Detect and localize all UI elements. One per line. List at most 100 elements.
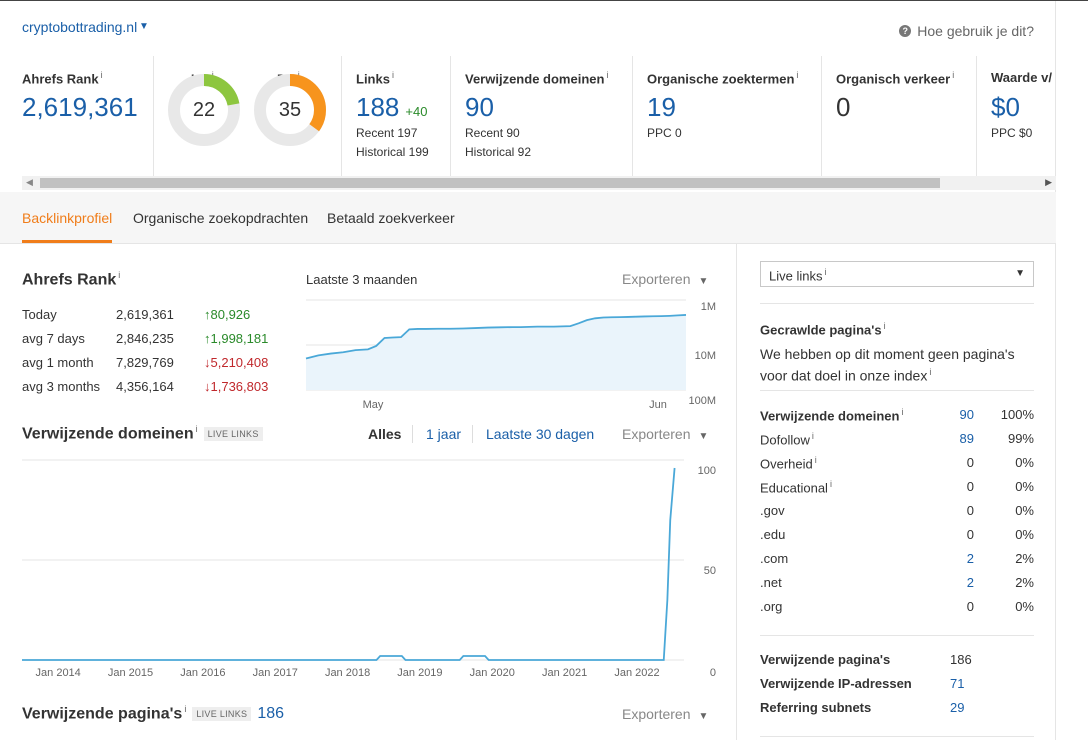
stats-label-text: Educational [760,480,828,496]
export-label: Exporteren [622,426,691,442]
info-icon[interactable]: i [884,321,886,331]
totals-value[interactable]: 71 [950,676,964,691]
rank-value: 4,356,164 [116,379,174,394]
stats-percent: 0% [1015,527,1034,542]
info-icon[interactable]: i [184,704,186,714]
domain-link[interactable]: cryptobottrading.nl [22,19,137,35]
rank-chart: 1M 10M 100M May Jun [305,299,716,411]
rank-change-value: 80,926 [210,307,251,322]
tab-organic-searches[interactable]: Organische zoekopdrachten [133,210,308,226]
divider [760,635,1034,636]
stats-label: .gov [760,503,785,518]
ref-pages-count[interactable]: 186 [257,705,284,722]
rank-area [306,314,686,390]
stats-value: 0 [966,599,974,614]
chevron-down-icon[interactable]: ▼ [139,21,149,32]
info-icon[interactable]: i [196,424,198,434]
stats-label-text: .edu [760,527,786,542]
metric-traffic-value: Waarde v/ $0 PPC $0 [977,56,1056,176]
metric-value[interactable]: 19 [647,92,676,123]
stats-row: Dofollow i 89 99% [760,431,1034,449]
stats-value: 0 [966,455,974,470]
filter-last-30-days[interactable]: Laatste 30 dagen [486,426,594,442]
totals-label: Verwijzende pagina's [760,652,891,667]
metric-ppc: PPC 0 [647,126,682,140]
info-icon[interactable]: i [830,479,832,489]
filter-1-year[interactable]: 1 jaar [426,426,461,442]
stats-row: .edu 0 0% [760,527,1034,545]
info-icon[interactable]: i [118,270,120,280]
totals-value: 186 [950,652,972,667]
info-icon[interactable]: i [606,70,608,80]
metric-delta: +40 [405,104,428,119]
info-icon[interactable]: i [812,431,814,441]
totals-value[interactable]: 29 [950,700,964,715]
info-icon[interactable]: i [101,70,103,80]
metric-organic-traffic: Organisch verkeer i 0 [822,56,977,176]
live-links-badge: LIVE LINKS [192,707,252,722]
metric-value[interactable]: 188 [356,92,399,122]
info-icon[interactable]: i [901,407,903,417]
ref-domains-chart: 0 50 100 Jan 2014 Jan 2015 Jan 2016 Jan 2017 Ja… [22,459,716,679]
tab-bar: Backlinkprofiel Organische zoekopdrachte… [0,192,1056,244]
y-tick-label: 10M [695,350,716,362]
export-button[interactable]: Exporteren ▼ [622,426,708,442]
header: cryptobottrading.nl ▼ ? Hoe gebruik je d… [0,0,1056,56]
metric-value[interactable]: 90 [465,92,494,123]
export-button[interactable]: Exporteren ▼ [622,706,708,722]
live-links-badge: LIVE LINKS [203,427,263,442]
stats-value[interactable]: 2 [967,551,974,566]
tab-backlinkprofiel[interactable]: Backlinkprofiel [22,210,112,226]
stats-value[interactable]: 90 [960,407,974,422]
metric-organic-keywords: Organische zoektermen i 19 PPC 0 [633,56,822,176]
export-label: Exporteren [622,706,691,722]
dr-donut: 35 [252,72,328,148]
stats-label-text: .com [760,551,789,566]
metric-recent: Recent 197 [356,126,418,140]
stats-row: .org 0 0% [760,599,1034,617]
stats-row: Overheid i 0 0% [760,455,1034,473]
metric-value: $0 [991,92,1020,122]
stats-percent: 0% [1015,479,1034,494]
metric-ppc: PPC $0 [991,126,1033,140]
divider [760,303,1034,304]
info-icon[interactable]: i [952,70,954,80]
info-icon[interactable]: i [929,367,931,377]
stats-percent: 0% [1015,455,1034,470]
scroll-right-arrow-icon[interactable]: ▶ [1045,177,1052,188]
filter-all[interactable]: Alles [368,426,401,442]
stats-value[interactable]: 89 [960,431,974,446]
tab-paid-traffic[interactable]: Betaald zoekverkeer [327,210,455,226]
question-icon: ? [899,25,912,37]
x-tick-label: Jan 2014 [36,667,81,679]
x-tick-label: Jan 2019 [397,667,442,679]
divider [760,736,1034,737]
metrics-scrollbar[interactable]: ◀ ▶ [22,176,1056,190]
stats-label: Educational i [760,479,832,495]
x-tick-label: Jan 2015 [108,667,153,679]
page: cryptobottrading.nl ▼ ? Hoe gebruik je d… [0,0,1056,740]
stats-label: .edu [760,527,785,542]
scrollbar-thumb[interactable] [40,178,940,188]
info-icon[interactable]: i [392,70,394,80]
totals-row: Verwijzende IP-adressen 71 [760,676,1034,694]
stats-value: 0 [966,479,974,494]
rank-change-value: 5,210,408 [210,355,269,370]
help-link[interactable]: ? Hoe gebruik je dit? [899,23,1034,39]
help-text: Hoe gebruik je dit? [917,23,1034,39]
stats-value[interactable]: 2 [967,575,974,590]
scroll-left-arrow-icon[interactable]: ◀ [26,177,33,188]
window-top-border [0,0,1088,1]
live-links-select[interactable]: Live links i ▼ [760,261,1034,287]
info-icon[interactable]: i [796,70,798,80]
rank-period: Today [22,307,57,322]
info-icon[interactable]: i [815,455,817,465]
rank-value: 2,846,235 [116,331,174,346]
y-tick-label: 1M [701,301,716,313]
stats-row: Verwijzende domeinen i 90 100% [760,407,1034,425]
metric-label: Waarde v/ [991,70,1052,85]
stats-value: 0 [966,527,974,542]
totals-row: Referring subnets 29 [760,700,1034,718]
y-tick-label: 50 [704,565,716,577]
export-button[interactable]: Exporteren ▼ [622,271,708,287]
